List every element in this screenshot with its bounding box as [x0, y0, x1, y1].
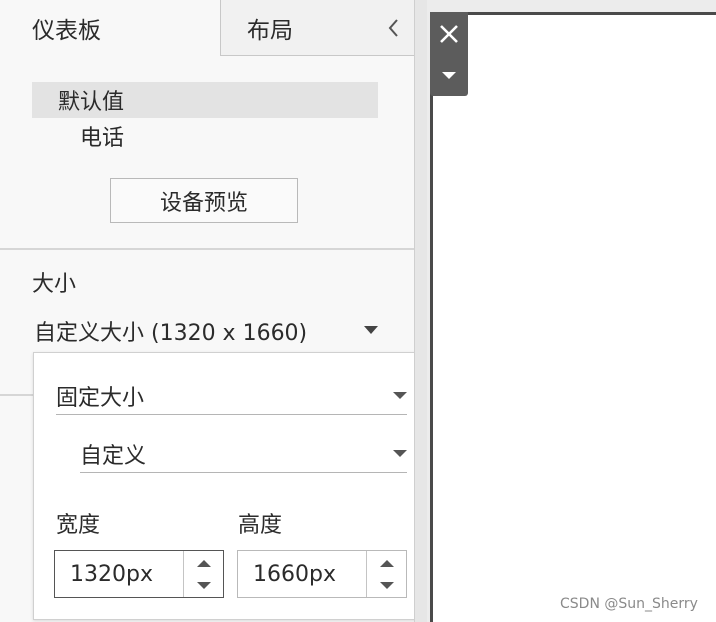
- caret-up-icon: [379, 559, 394, 567]
- size-select-value: 自定义大小 (1320 x 1660): [34, 321, 308, 346]
- width-increment-button[interactable]: [184, 551, 223, 574]
- height-increment-button[interactable]: [367, 551, 406, 574]
- height-label: 高度: [238, 513, 283, 538]
- tab-dashboard[interactable]: 仪表板: [0, 0, 220, 56]
- height-decrement-button[interactable]: [367, 574, 406, 597]
- width-label: 宽度: [56, 513, 101, 538]
- watermark: CSDN @Sun_Sherry: [560, 596, 698, 612]
- size-mode-dropdown[interactable]: 固定大小: [56, 377, 407, 415]
- caret-down-icon: [393, 392, 407, 399]
- size-preset-value: 自定义: [80, 443, 147, 469]
- caret-up-icon: [196, 559, 211, 567]
- width-input[interactable]: [55, 551, 181, 597]
- tab-layout-label: 布局: [247, 17, 293, 44]
- size-section-label: 大小: [32, 272, 77, 297]
- device-preview-button-label: 设备预览: [159, 190, 248, 216]
- device-item-phone[interactable]: 电话: [32, 118, 378, 154]
- width-stepper-arrows: [183, 551, 223, 597]
- height-input[interactable]: [238, 551, 364, 597]
- size-settings-popup: 固定大小 自定义 宽度 高度: [33, 352, 426, 620]
- section-divider: [0, 248, 414, 250]
- size-preset-dropdown[interactable]: 自定义: [80, 435, 407, 473]
- size-mode-value: 固定大小: [56, 385, 145, 411]
- section-divider-partial: [0, 394, 34, 396]
- caret-down-icon: [379, 581, 394, 589]
- device-item-default[interactable]: 默认值: [32, 82, 378, 118]
- caret-down-icon: [196, 581, 211, 589]
- device-item-phone-label: 电话: [80, 126, 125, 151]
- device-list: 默认值 电话: [32, 82, 378, 154]
- size-select[interactable]: 自定义大小 (1320 x 1660): [34, 312, 384, 350]
- height-stepper: [237, 550, 407, 598]
- device-item-default-label: 默认值: [58, 90, 125, 115]
- device-preview-button[interactable]: 设备预览: [110, 178, 298, 223]
- tab-dashboard-label: 仪表板: [32, 18, 101, 44]
- close-button[interactable]: [430, 12, 468, 56]
- caret-down-icon: [442, 72, 456, 79]
- caret-down-icon: [364, 326, 378, 334]
- caret-down-icon: [393, 450, 407, 457]
- collapse-panel-button[interactable]: [380, 12, 408, 44]
- height-stepper-arrows: [366, 551, 406, 597]
- chevron-left-icon: [388, 19, 398, 37]
- dashboard-canvas[interactable]: [430, 12, 716, 622]
- close-icon: [440, 25, 458, 43]
- width-stepper: [54, 550, 224, 598]
- menu-button[interactable]: [430, 56, 468, 96]
- width-decrement-button[interactable]: [184, 574, 223, 597]
- panel-splitter[interactable]: [414, 0, 427, 622]
